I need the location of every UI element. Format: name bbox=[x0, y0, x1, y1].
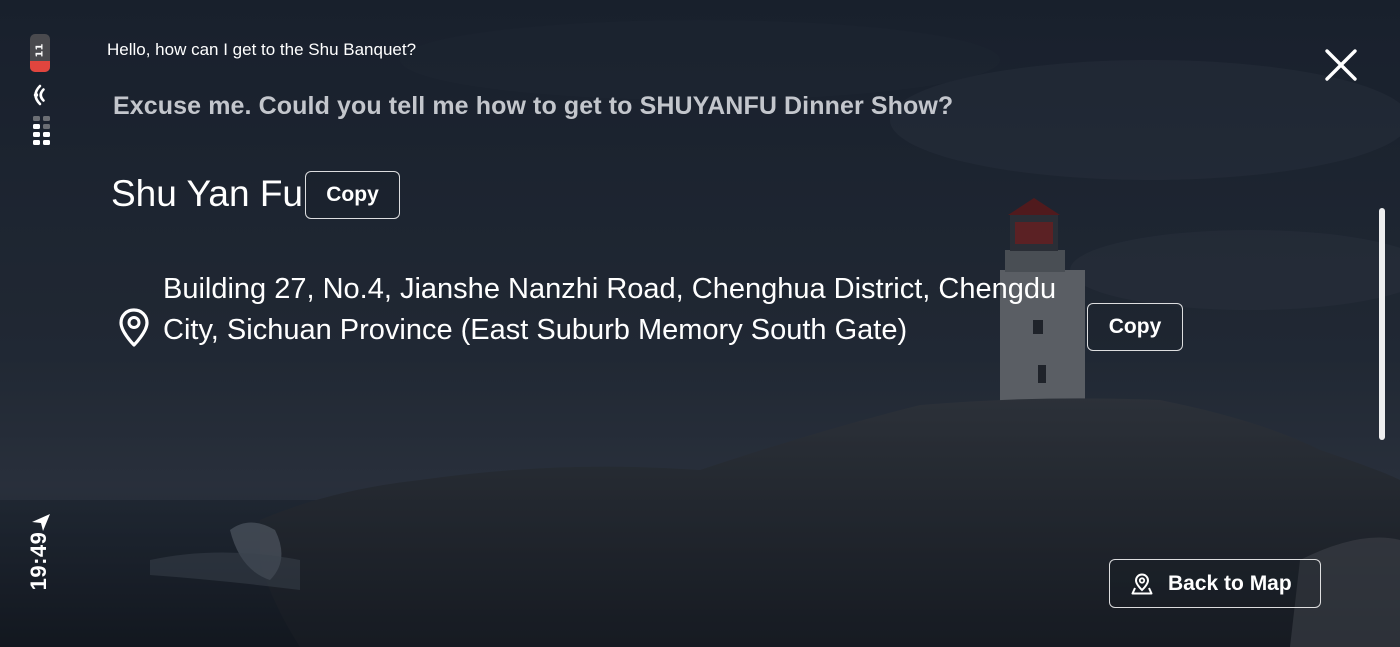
battery-icon: 11 bbox=[30, 34, 50, 72]
address-text: Building 27, No.4, Jianshe Nanzhi Road, … bbox=[163, 273, 1057, 346]
scrollbar[interactable] bbox=[1379, 208, 1385, 440]
map-pin-icon bbox=[1131, 573, 1153, 595]
signal-icon bbox=[33, 116, 50, 145]
battery-fill bbox=[30, 60, 50, 72]
location-pin-icon bbox=[119, 308, 149, 347]
place-name: Shu Yan Fu bbox=[111, 173, 303, 214]
back-to-map-label: Back to Map bbox=[1168, 572, 1292, 595]
wifi-icon bbox=[33, 84, 45, 106]
copy-name-button[interactable]: Copy bbox=[305, 171, 400, 219]
translation-text: Excuse me. Could you tell me how to get … bbox=[113, 92, 954, 120]
translation-result-screen: 11 19:49 Hello, how can I get to the Shu… bbox=[0, 0, 1400, 647]
status-bar: 11 19:49 bbox=[18, 28, 64, 628]
battery-level: 11 bbox=[34, 43, 46, 58]
source-text: Hello, how can I get to the Shu Banquet? bbox=[107, 40, 417, 59]
back-to-map-button[interactable]: Back to Map bbox=[1109, 559, 1321, 608]
copy-address-button[interactable]: Copy bbox=[1087, 303, 1183, 351]
close-icon[interactable] bbox=[1322, 46, 1360, 84]
status-time: 19:49 bbox=[26, 531, 51, 591]
